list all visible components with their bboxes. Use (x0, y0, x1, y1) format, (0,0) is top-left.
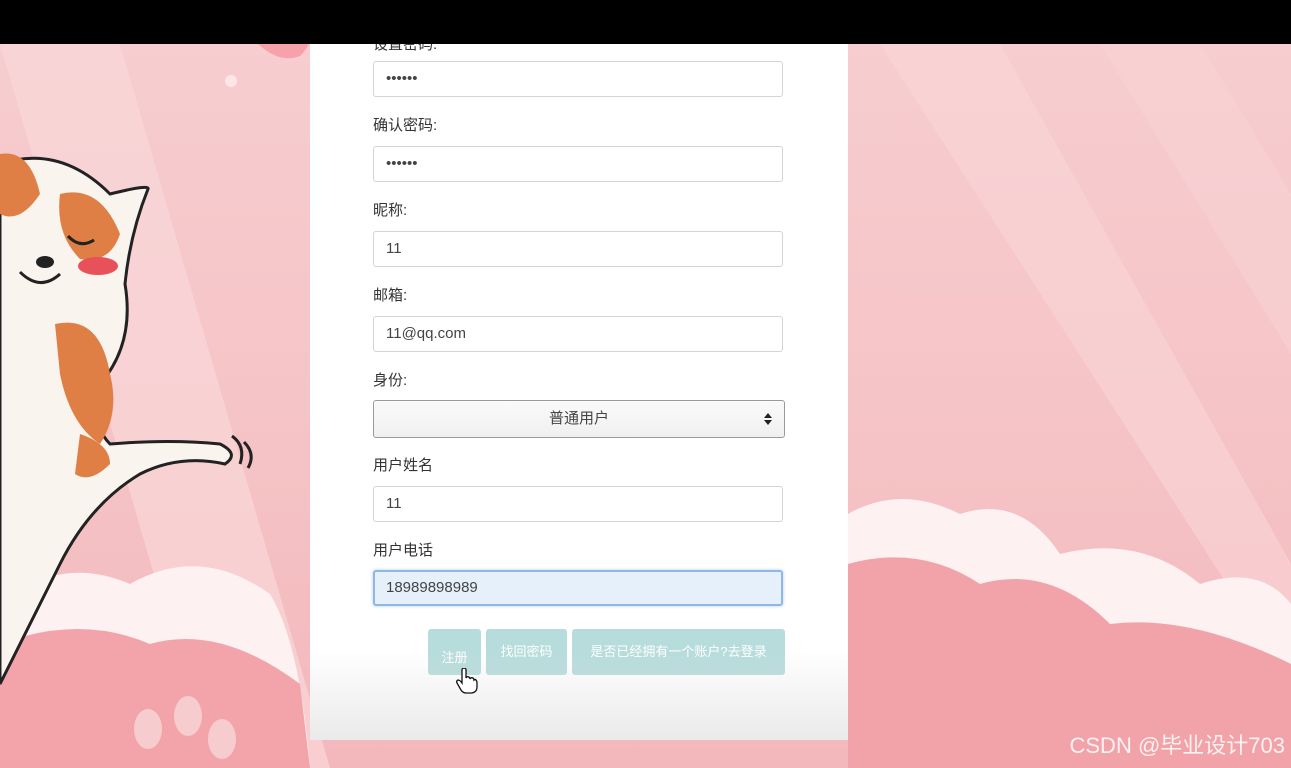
watermark: CSDN @毕业设计703 (1069, 733, 1286, 758)
nickname-field[interactable]: 11 (373, 231, 783, 267)
password-label: 设置密码: (373, 44, 438, 53)
select-arrows-icon (764, 413, 772, 425)
phone-field[interactable]: 18989898989 (373, 570, 783, 606)
recover-password-button[interactable]: 找回密码 (486, 629, 567, 675)
password-field[interactable]: •••••• (373, 61, 783, 97)
top-black-bar (0, 0, 1291, 44)
hand-pointer-icon (456, 668, 478, 694)
real-name-label: 用户姓名 (373, 457, 434, 474)
role-select[interactable]: 普通用户 (373, 400, 785, 438)
confirm-password-label: 确认密码: (373, 117, 438, 134)
confirm-password-field[interactable]: •••••• (373, 146, 783, 182)
email-field[interactable]: 11@qq.com (373, 316, 783, 352)
screen: 设置密码: •••••• 确认密码: •••••• 昵称: 11 邮箱: 11@… (0, 0, 1291, 768)
register-form-card: 设置密码: •••••• 确认密码: •••••• 昵称: 11 邮箱: 11@… (310, 44, 848, 740)
email-label: 邮箱: (373, 287, 408, 304)
real-name-field[interactable]: 11 (373, 486, 783, 522)
phone-label: 用户电话 (373, 542, 434, 559)
go-login-button[interactable]: 是否已经拥有一个账户?去登录 (572, 629, 785, 675)
nickname-label: 昵称: (373, 202, 408, 219)
role-label: 身份: (373, 372, 408, 389)
role-select-value: 普通用户 (548, 410, 609, 427)
